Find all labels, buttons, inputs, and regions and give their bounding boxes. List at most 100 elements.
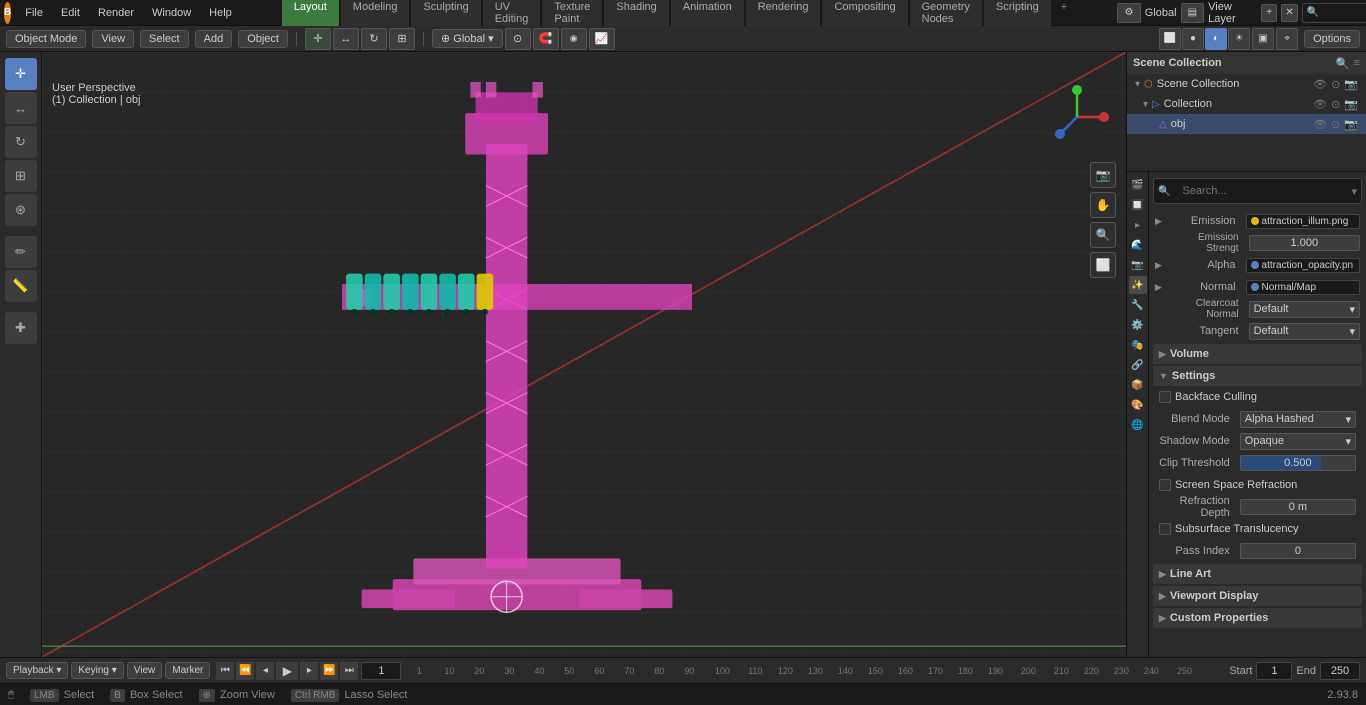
menu-render[interactable]: Render (90, 5, 142, 21)
viewport-display-header[interactable]: ▶ Viewport Display (1153, 586, 1362, 606)
prop-icon-render[interactable]: 🎬 (1129, 176, 1147, 194)
ws-tab-animation[interactable]: Animation (671, 0, 744, 28)
search-bar[interactable]: 🔍 (1302, 3, 1366, 23)
timeline-view[interactable]: View (127, 662, 163, 679)
prop-search-input[interactable] (1178, 183, 1343, 199)
outliner-item-obj[interactable]: △ obj 👁 ⊙ 📷 (1127, 114, 1366, 134)
prop-icon-material[interactable]: 🎨 (1129, 396, 1147, 414)
menu-window[interactable]: Window (144, 5, 199, 21)
custom-props-header[interactable]: ▶ Custom Properties (1153, 608, 1362, 628)
normal-value[interactable]: Normal/Map (1246, 280, 1360, 295)
snap-toggle[interactable]: 🧲 (533, 28, 559, 50)
select-menu[interactable]: Select (140, 30, 189, 48)
tool-scale[interactable]: ⊞ (5, 160, 37, 192)
ws-tab-sculpting[interactable]: Sculpting (411, 0, 480, 28)
ws-tab-compositing[interactable]: Compositing (822, 0, 907, 28)
scene-selector[interactable]: ⚙ (1117, 3, 1141, 23)
cursor-tool[interactable]: ✛ (305, 28, 331, 50)
options-btn[interactable]: Options (1304, 30, 1360, 48)
prop-search-dropdown[interactable]: ▾ (1351, 185, 1357, 198)
vis-render[interactable]: 📷 (1344, 78, 1358, 91)
emission-expand[interactable]: ▶ (1155, 216, 1162, 227)
normal-expand[interactable]: ▶ (1155, 282, 1162, 293)
line-art-header[interactable]: ▶ Line Art (1153, 564, 1362, 584)
outliner-filter-icon[interactable]: ≡ (1354, 57, 1360, 70)
timeline-playback[interactable]: Playback ▾ (6, 662, 68, 679)
scale-tool[interactable]: ⊞ (389, 28, 415, 50)
clearcoat-normal-value[interactable]: Default ▾ (1249, 301, 1360, 318)
backface-culling-checkbox[interactable] (1159, 391, 1171, 403)
viewport-shading-material[interactable]: ◐ (1205, 28, 1227, 50)
alpha-expand[interactable]: ▶ (1155, 260, 1162, 271)
blend-mode-value[interactable]: Alpha Hashed ▾ (1240, 411, 1356, 428)
clip-threshold-value[interactable]: 0.500 (1240, 455, 1356, 471)
outliner-item-scene[interactable]: ▾ ⬡ Scene Collection 👁 ⊙ 📷 (1127, 74, 1366, 94)
add-menu[interactable]: Add (195, 30, 233, 48)
add-workspace-btn[interactable]: + (1053, 0, 1075, 28)
ws-tab-layout[interactable]: Layout (282, 0, 339, 28)
move-tool[interactable]: ↔ (333, 28, 359, 50)
vp-tool-frame[interactable]: ⬜ (1090, 252, 1116, 278)
play-btn[interactable]: ▶ (276, 662, 298, 680)
vp-tool-camera[interactable]: 📷 (1090, 162, 1116, 188)
prop-icon-object[interactable]: ✨ (1129, 276, 1147, 294)
prop-icon-data[interactable]: 📦 (1129, 376, 1147, 394)
col-vis-eye[interactable]: 👁 (1313, 98, 1327, 111)
tool-rotate[interactable]: ↻ (5, 126, 37, 158)
refraction-depth-value[interactable]: 0 m (1240, 499, 1356, 515)
play-step-back[interactable]: ◂ (256, 662, 274, 680)
play-start-btn[interactable]: ⏮ (216, 662, 234, 680)
timeline-keying[interactable]: Keying ▾ (71, 662, 123, 679)
viewport-overlay[interactable]: ▣ (1252, 28, 1274, 50)
tool-measure[interactable]: 📏 (5, 270, 37, 302)
ws-tab-texture[interactable]: Texture Paint (542, 0, 602, 28)
viewport-gizmo[interactable]: ⌖ (1276, 28, 1298, 50)
prop-icon-world[interactable]: 📷 (1129, 256, 1147, 274)
menu-edit[interactable]: Edit (53, 5, 88, 21)
ws-tab-geonodes[interactable]: Geometry Nodes (910, 0, 982, 28)
vis-eye[interactable]: 👁 (1313, 78, 1327, 91)
play-step-fwd[interactable]: ▸ (300, 662, 318, 680)
prop-icon-scene[interactable]: 🌊 (1129, 236, 1147, 254)
settings-header[interactable]: ▼ Settings (1153, 366, 1362, 386)
object-mode-dropdown[interactable]: Object Mode (6, 30, 86, 48)
timeline-marker[interactable]: Marker (165, 662, 210, 679)
obj-vis-eye[interactable]: 👁 (1313, 118, 1327, 131)
ssr-checkbox[interactable] (1159, 479, 1171, 491)
ws-tab-shading[interactable]: Shading (604, 0, 668, 28)
transform-space[interactable]: ⊕ Global ▾ (432, 29, 503, 48)
prop-icon-view[interactable]: ▸ (1129, 216, 1147, 234)
start-frame[interactable]: 1 (1256, 662, 1292, 680)
vp-tool-zoom[interactable]: 🔍 (1090, 222, 1116, 248)
tool-cursor[interactable]: ✛ (5, 58, 37, 90)
vp-tool-hand[interactable]: ✋ (1090, 192, 1116, 218)
outliner-search-icon[interactable]: 🔍 (1336, 57, 1350, 70)
prop-icon-physics[interactable]: 🎭 (1129, 336, 1147, 354)
proportional-edit[interactable]: ◉ (561, 28, 587, 50)
tool-add[interactable]: ✚ (5, 312, 37, 344)
outliner-item-collection[interactable]: ▾ ▷ Collection 👁 ⊙ 📷 (1127, 94, 1366, 114)
shadow-mode-value[interactable]: Opaque ▾ (1240, 433, 1356, 450)
object-menu[interactable]: Object (238, 30, 288, 48)
prop-icon-particles[interactable]: ⚙️ (1129, 316, 1147, 334)
viewport-shading-wire[interactable]: ⬜ (1159, 28, 1181, 50)
ws-tab-rendering[interactable]: Rendering (746, 0, 821, 28)
viewport[interactable]: X Y Z User Perspective (1) Collection | … (42, 52, 1126, 657)
viewlayer-add[interactable]: + (1261, 4, 1277, 22)
graph-icon[interactable]: 📈 (589, 28, 615, 50)
end-frame[interactable]: 250 (1320, 662, 1360, 680)
volume-header[interactable]: ▶ Volume (1153, 344, 1362, 364)
viewport-shading-solid[interactable]: ● (1182, 28, 1204, 50)
tool-move[interactable]: ↔ (5, 92, 37, 124)
ws-tab-scripting[interactable]: Scripting (984, 0, 1051, 28)
current-frame[interactable]: 1 (361, 662, 401, 680)
obj-vis-render[interactable]: 📷 (1344, 118, 1358, 131)
play-end-btn[interactable]: ⏭ (340, 662, 358, 680)
ws-tab-modeling[interactable]: Modeling (341, 0, 410, 28)
viewlayer-remove[interactable]: ✕ (1281, 4, 1297, 22)
col-vis-select[interactable]: ⊙ (1331, 98, 1340, 111)
viewlayer-selector[interactable]: ▤ (1181, 3, 1205, 23)
ws-tab-uv[interactable]: UV Editing (483, 0, 541, 28)
play-next-keyframe[interactable]: ⏩ (320, 662, 338, 680)
pass-index-value[interactable]: 0 (1240, 543, 1356, 559)
